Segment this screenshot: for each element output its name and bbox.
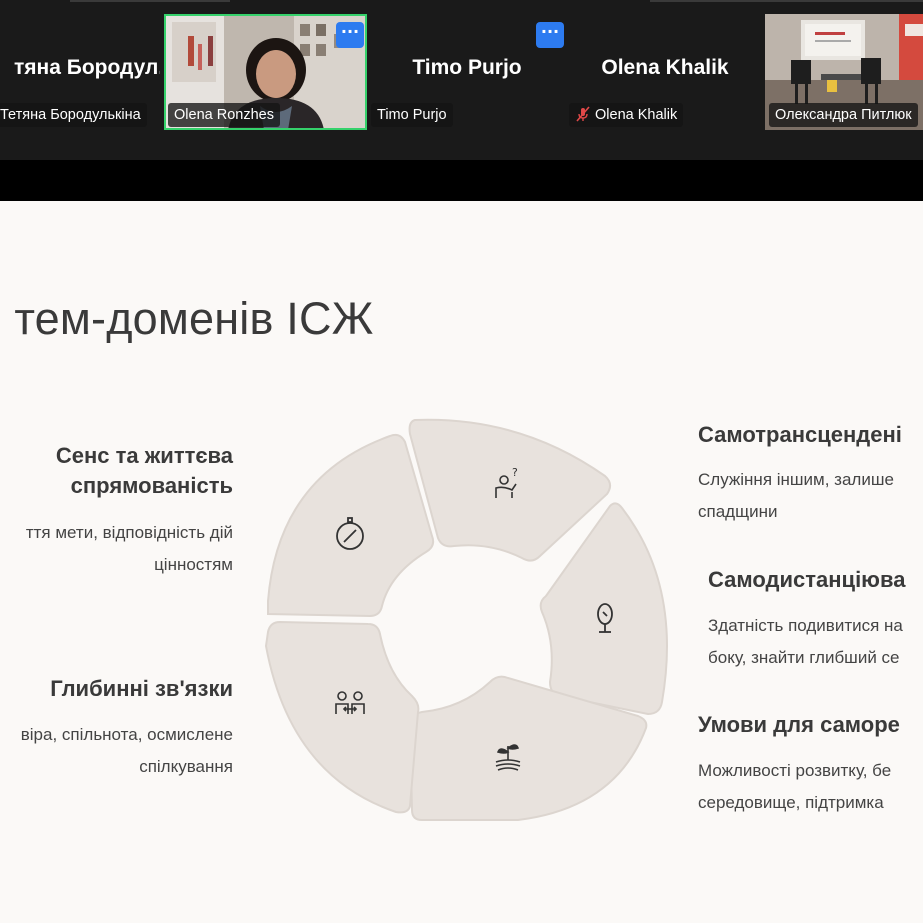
item-heading-connections: Глибинні зв'язки bbox=[0, 674, 233, 704]
wheel-segment-self-transcendence bbox=[408, 418, 611, 562]
text-line: Можливості розвитку, бе bbox=[698, 761, 892, 780]
participant-tile-oleksandra[interactable]: Олександра Питлюк bbox=[765, 14, 923, 130]
text-line: цінностям bbox=[154, 555, 233, 574]
participant-name-large: тяна Бородул... bbox=[14, 56, 160, 79]
text-line: ття мети, відповідність дій bbox=[25, 523, 233, 542]
text-line: спадщини bbox=[698, 502, 778, 521]
text-line: боку, знайти глибший се bbox=[708, 648, 900, 667]
participant-strip: тяна Бородул... Тетяна Бородулькіна ··· … bbox=[0, 0, 923, 160]
participant-more-button[interactable]: ··· bbox=[336, 22, 364, 48]
participant-name-tag: Olena Khalik bbox=[569, 103, 684, 127]
text-line: середовище, підтримка bbox=[698, 793, 884, 812]
muted-mic-icon bbox=[576, 106, 590, 122]
participant-name-text: Olena Khalik bbox=[595, 107, 678, 123]
text-line: спілкування bbox=[139, 757, 233, 776]
participant-name-tag: Тетяна Бородулькіна bbox=[0, 103, 147, 127]
heading-line: спрямованість bbox=[70, 473, 233, 498]
item-text-self-transcendence: Служіння іншим, залише спадщини bbox=[698, 464, 894, 528]
slide-title: ь тем-доменів ІСЖ bbox=[0, 293, 374, 344]
participant-name-large: Timo Purjo bbox=[412, 56, 522, 79]
item-text-meaning: ття мети, відповідність дій цінностям bbox=[0, 517, 233, 581]
participant-name-tag: Timo Purjo bbox=[371, 103, 453, 127]
text-line: Здатність подивитися на bbox=[708, 616, 903, 635]
item-heading-self-transcendence: Самотрансцендені bbox=[698, 422, 902, 447]
item-heading-self-distancing: Самодистанціюва bbox=[708, 567, 906, 592]
participant-name-tag: Олександра Питлюк bbox=[769, 103, 918, 127]
svg-text:?: ? bbox=[512, 466, 518, 479]
participant-tile-olena-khalik[interactable]: Olena Khalik Olena Khalik bbox=[565, 14, 765, 130]
heading-line: Сенс та життєва bbox=[55, 443, 233, 468]
participant-more-button[interactable]: ··· bbox=[536, 22, 564, 48]
heading-line: Глибинні зв'язки bbox=[50, 676, 233, 701]
item-heading-meaning: Сенс та життєва спрямованість bbox=[0, 441, 233, 501]
participant-name-tag: Olena Ronzhes bbox=[168, 103, 280, 127]
wheel-segment-meaning bbox=[267, 433, 435, 618]
text-line: віра, спільнота, осмислене bbox=[20, 725, 233, 744]
presentation-slide: ь тем-доменів ІСЖ Сенс та життєва спрямо… bbox=[0, 201, 923, 923]
domains-wheel: ? bbox=[264, 418, 668, 821]
participant-tile-olena-ronzhes[interactable]: ··· Olena Ronzhes bbox=[164, 14, 367, 130]
wheel-segment-connections bbox=[264, 620, 420, 814]
strip-top-edge bbox=[0, 0, 923, 2]
text-line: Служіння іншим, залише bbox=[698, 470, 894, 489]
participant-name-large: Olena Khalik bbox=[601, 56, 729, 79]
participant-tile-tetiana[interactable]: тяна Бородул... Тетяна Бородулькіна bbox=[0, 14, 160, 130]
item-text-self-distancing: Здатність подивитися на боку, знайти гли… bbox=[708, 610, 903, 674]
item-text-connections: віра, спільнота, осмислене спілкування bbox=[0, 719, 233, 783]
divider-bar bbox=[0, 160, 923, 201]
item-heading-self-realization: Умови для саморе bbox=[698, 712, 900, 737]
item-text-self-realization: Можливості розвитку, бе середовище, підт… bbox=[698, 755, 891, 819]
participant-tile-timo-purjo[interactable]: ··· Timo Purjo Timo Purjo bbox=[367, 14, 567, 130]
